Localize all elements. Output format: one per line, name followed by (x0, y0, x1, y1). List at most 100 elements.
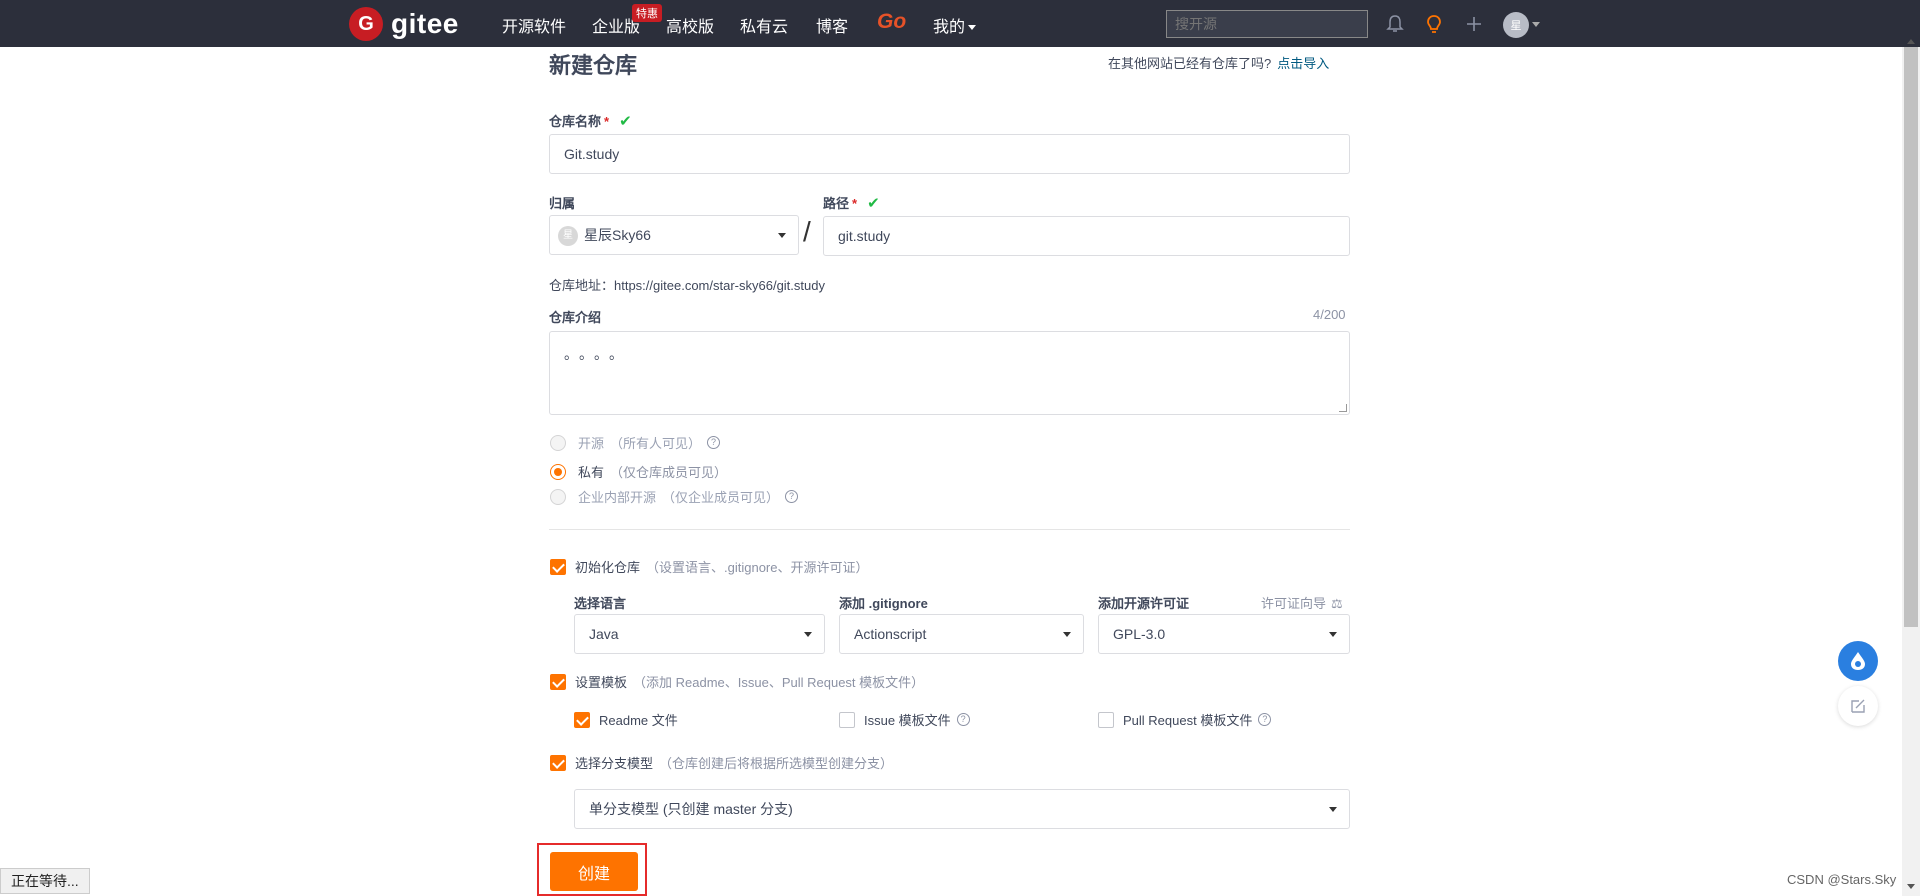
readme-checkbox[interactable] (574, 711, 590, 728)
gitignore-value: Actionscript (854, 626, 927, 642)
visibility-public-label: 开源 (578, 436, 605, 451)
user-avatar[interactable]: 星 (1503, 12, 1529, 38)
gitignore-label: 添加 .gitignore (839, 596, 928, 611)
help-icon[interactable]: ? (785, 490, 799, 503)
plus-icon[interactable] (1462, 12, 1486, 36)
description-label: 仓库介绍 (549, 310, 602, 325)
chevron-down-icon (1329, 632, 1337, 637)
language-label: 选择语言 (574, 596, 627, 611)
pr-template-checkbox[interactable] (1098, 711, 1114, 728)
visibility-public-option: 开源 （所有人可见） ? (550, 433, 721, 452)
path-separator: / (803, 216, 811, 247)
gitee-logo-text: gitee (391, 8, 459, 39)
description-counter: 4/200 (1313, 307, 1346, 322)
nav-mine-label: 我的 (933, 19, 966, 36)
branch-model-hint: （仓库创建后将根据所选模型创建分支） (659, 756, 894, 771)
branch-model-select[interactable]: 单分支模型 (只创建 master 分支) (574, 789, 1350, 829)
description-value: 。。。。 (564, 346, 631, 362)
template-checkbox[interactable] (550, 673, 566, 690)
init-repo-hint: （设置语言、.gitignore、开源许可证） (646, 560, 869, 575)
scroll-up-arrow-icon[interactable] (1907, 39, 1915, 44)
template-option[interactable]: 设置模板 （添加 Readme、Issue、Pull Request 模板文件） (550, 672, 924, 691)
nav-item-private-cloud[interactable]: 私有云 (740, 13, 788, 37)
chevron-down-icon (968, 25, 977, 31)
gitee-logo[interactable]: G gitee (349, 7, 459, 41)
visibility-internal-label: 企业内部开源 (578, 490, 657, 505)
page-title: 新建仓库 (549, 53, 638, 78)
issue-template-checkbox[interactable] (839, 711, 855, 728)
issue-template-option[interactable]: Issue 模板文件 ? (839, 710, 970, 729)
repo-name-label-text: 仓库名称 (549, 114, 602, 129)
chevron-down-icon (778, 233, 786, 238)
gitignore-select[interactable]: Actionscript (839, 614, 1084, 654)
chevron-down-icon (1329, 807, 1337, 812)
top-navbar: G gitee 开源软件 企业版 特惠 高校版 私有云 博客 Go 我的 星 (0, 0, 1920, 47)
gitee-logo-icon: G (349, 7, 383, 41)
assistant-float-button[interactable] (1838, 641, 1878, 681)
chevron-down-icon[interactable] (1532, 22, 1540, 27)
path-label: 路径 * ✔ (823, 193, 880, 212)
branch-model-value: 单分支模型 (只创建 master 分支) (589, 801, 793, 817)
license-select[interactable]: GPL-3.0 (1098, 614, 1350, 654)
language-select[interactable]: Java (574, 614, 825, 654)
nav-item-blog[interactable]: 博客 (816, 13, 848, 37)
chevron-down-icon (1063, 632, 1071, 637)
watermark: CSDN @Stars.Sky (1787, 872, 1897, 887)
license-value: GPL-3.0 (1113, 626, 1166, 642)
edit-icon (1851, 699, 1865, 713)
nav-item-mine[interactable]: 我的 (933, 13, 977, 37)
init-repo-checkbox[interactable] (550, 558, 566, 575)
repo-name-input[interactable]: Git.study (549, 134, 1350, 174)
visibility-private-label: 私有 (578, 465, 605, 480)
license-label: 添加开源许可证 (1098, 596, 1190, 611)
feedback-float-button[interactable] (1838, 686, 1878, 726)
import-link[interactable]: 点击导入 (1277, 56, 1329, 71)
repo-url: 仓库地址：https://gitee.com/star-sky66/git.st… (549, 278, 825, 293)
import-hint: 在其他网站已经有仓库了吗? 点击导入 (1108, 53, 1329, 72)
path-input[interactable]: git.study (823, 216, 1350, 256)
pr-template-label: Pull Request 模板文件 (1123, 713, 1253, 728)
create-button[interactable]: 创建 (550, 852, 638, 891)
help-icon[interactable]: ? (956, 713, 970, 726)
template-label: 设置模板 (575, 675, 628, 690)
init-repo-label: 初始化仓库 (575, 560, 641, 575)
visibility-private-option[interactable]: 私有 （仅仓库成员可见） (550, 462, 727, 481)
init-repo-option[interactable]: 初始化仓库 （设置语言、.gitignore、开源许可证） (550, 557, 869, 576)
branch-model-option[interactable]: 选择分支模型 （仓库创建后将根据所选模型创建分支） (550, 753, 893, 772)
license-guide-link[interactable]: 许可证向导 ⚖ (1261, 593, 1343, 612)
owner-select[interactable]: 星星辰Sky66 (549, 215, 799, 255)
visibility-internal-hint: （仅企业成员可见） (662, 490, 780, 505)
droplet-icon (1851, 652, 1865, 670)
check-icon: ✔ (867, 195, 880, 212)
resize-handle-icon[interactable] (1339, 404, 1347, 412)
divider (549, 529, 1350, 530)
owner-value: 星辰Sky66 (584, 227, 651, 243)
search-input[interactable] (1166, 10, 1368, 38)
nav-item-education[interactable]: 高校版 (666, 13, 714, 37)
radio-private[interactable] (550, 463, 566, 480)
scale-icon: ⚖ (1331, 596, 1343, 611)
bell-icon[interactable] (1383, 12, 1407, 36)
pr-template-option[interactable]: Pull Request 模板文件 ? (1098, 710, 1272, 729)
owner-label: 归属 (549, 196, 576, 211)
visibility-internal-option: 企业内部开源 （仅企业成员可见） ? (550, 487, 799, 506)
branch-model-checkbox[interactable] (550, 754, 566, 771)
help-icon[interactable]: ? (707, 436, 721, 449)
scroll-down-arrow-icon[interactable] (1907, 884, 1915, 889)
license-guide-text: 许可证向导 (1261, 596, 1327, 611)
owner-avatar: 星 (558, 226, 578, 247)
language-value: Java (589, 626, 619, 642)
scrollbar-thumb[interactable] (1904, 47, 1918, 627)
lightbulb-icon[interactable] (1422, 12, 1446, 36)
check-icon: ✔ (619, 113, 632, 130)
special-offer-badge: 特惠 (632, 4, 662, 22)
radio-public (550, 434, 566, 451)
path-label-text: 路径 (823, 196, 850, 211)
visibility-private-hint: （仅仓库成员可见） (610, 465, 728, 480)
required-mark: * (852, 196, 858, 211)
nav-item-open-source[interactable]: 开源软件 (502, 13, 566, 37)
nav-item-go[interactable]: Go (877, 10, 906, 34)
description-textarea[interactable]: 。。。。 (549, 331, 1350, 415)
readme-option[interactable]: Readme 文件 (574, 710, 678, 729)
help-icon[interactable]: ? (1258, 713, 1272, 726)
